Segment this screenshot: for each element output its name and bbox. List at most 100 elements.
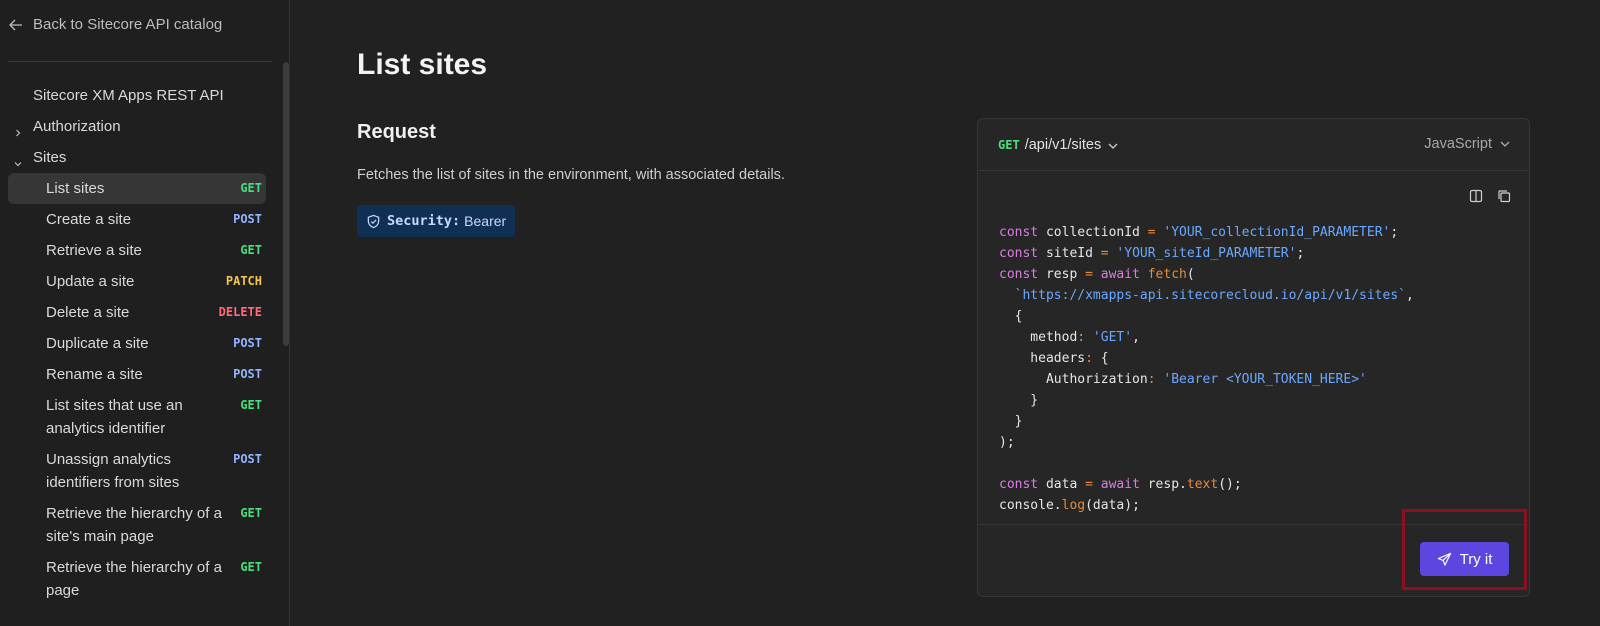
sidebar-item-label: Authorization [33,118,121,135]
code-line: const collectionId = 'YOUR_collectionId_… [999,222,1414,243]
sidebar-item-label: Update a site [46,273,135,290]
sidebar-item-create-a-site[interactable]: Create a site POST [8,204,266,235]
back-link-label: Back to Sitecore API catalog [33,16,223,33]
http-method-badge: GET [240,398,262,412]
http-method-badge: PATCH [225,274,262,288]
code-token: (); [1218,477,1242,492]
sidebar-nav: Sitecore XM Apps REST API Authorization Si… [8,80,266,606]
code-token: headers [999,351,1086,366]
language-label: JavaScript [1424,136,1492,152]
sidebar-item-label: Unassign analytics identifiers from site… [46,451,180,491]
sidebar-item-label: Sitecore XM Apps REST API [33,87,224,104]
code-token: { [999,309,1023,324]
code-line: `https://xmapps-api.sitecorecloud.io/api… [999,285,1414,306]
sidebar-item-label: List sites [46,180,105,197]
code-toolbar [1469,189,1511,203]
code-token: log [1061,498,1086,513]
sidebar-item-list-sites[interactable]: List sites GET [8,173,266,204]
endpoint-path: /api/v1/sites [1024,136,1102,153]
code-token: 'YOUR_collectionId_PARAMETER' [1155,225,1391,240]
code-line: method: 'GET', [999,327,1414,348]
http-method-badge: POST [233,452,262,466]
code-token: const [999,246,1039,261]
sidebar-item-retrieve-a-site[interactable]: Retrieve a site GET [8,235,266,266]
sidebar-item-retrieve-the-hierarchy-of-a-page[interactable]: Retrieve the hierarchy of a page GET [8,552,266,606]
code-token: text [1186,477,1219,492]
sidebar-item-label: Retrieve a site [46,242,142,259]
sidebar-item-rename-a-site[interactable]: Rename a site POST [8,359,266,390]
code-token: method [999,330,1078,345]
sidebar-item-retrieve-the-hierarchy-of-a-site-s-main-page[interactable]: Retrieve the hierarchy of a site's main … [8,498,266,552]
code-line: Authorization: 'Bearer <YOUR_TOKEN_HERE>… [999,369,1414,390]
code-token: , [1132,330,1140,345]
language-selector[interactable]: JavaScript [1424,136,1511,152]
code-token: Authorization [999,372,1148,387]
sidebar-scrollbar[interactable] [283,62,289,346]
sidebar-item-authorization[interactable]: Authorization [8,111,266,142]
sidebar-item-label: List sites that use an analytics identif… [46,397,183,437]
code-sample: const collectionId = 'YOUR_collectionId_… [999,222,1414,516]
code-token: , [1406,288,1414,303]
code-token: const [999,267,1039,282]
sidebar: Back to Sitecore API catalog Sitecore XM… [0,0,290,626]
code-token: = [1147,225,1156,240]
code-token: data [1038,477,1086,492]
arrow-left-icon [8,17,24,33]
chevron-down-icon [1499,138,1511,150]
code-token: : [1077,330,1086,345]
http-method-badge: DELETE [218,305,262,319]
chevron-right-icon[interactable] [13,122,23,137]
code-token: : [1085,351,1093,366]
chevron-down-icon [1107,139,1119,151]
back-to-catalog-link[interactable]: Back to Sitecore API catalog [8,16,222,33]
code-line: } [999,390,1414,411]
endpoint-selector[interactable]: GET /api/v1/sites [998,137,1119,153]
code-token: 'GET' [1085,330,1133,345]
http-method-badge: POST [233,336,262,350]
code-line: const data = await resp.text(); [999,474,1414,495]
code-token: await [1092,267,1140,282]
code-token: 'Bearer <YOUR_TOKEN_HERE>' [1155,372,1367,387]
sidebar-item-label: Retrieve the hierarchy of a page [46,559,222,599]
sidebar-item-label: Rename a site [46,366,143,383]
code-line: const siteId = 'YOUR_siteId_PARAMETER'; [999,243,1414,264]
code-token: = [1085,477,1093,492]
code-token: `https://xmapps-api.sitecorecloud.io/api… [999,288,1406,303]
sidebar-item-unassign-analytics-identifiers-from-sites[interactable]: Unassign analytics identifiers from site… [8,444,266,498]
code-token: ( [1186,267,1195,282]
code-line: ); [999,432,1414,453]
wrap-toggle-icon[interactable] [1469,189,1483,203]
code-panel-header: GET /api/v1/sites JavaScript [978,119,1529,171]
http-method-badge: GET [240,243,262,257]
security-badge[interactable]: Security: Bearer [357,205,516,237]
sidebar-item-sites[interactable]: Sites [8,142,266,173]
http-method-badge: POST [233,212,262,226]
sidebar-item-duplicate-a-site[interactable]: Duplicate a site POST [8,328,266,359]
http-method-badge: POST [233,367,262,381]
sidebar-item-list-sites-that-use-an-analytics-identifier[interactable]: List sites that use an analytics identif… [8,390,266,444]
sidebar-item-delete-a-site[interactable]: Delete a site DELETE [8,297,266,328]
shield-icon [366,214,381,229]
sidebar-item-sitecore-xm-apps-rest-api[interactable]: Sitecore XM Apps REST API [8,80,266,111]
code-token: const [999,477,1039,492]
code-token: resp. [1139,477,1187,492]
code-token: ; [1390,225,1399,240]
http-method-badge: GET [240,506,262,520]
security-value: Bearer [464,213,507,229]
code-token: (data); [1085,498,1140,513]
sidebar-item-label: Delete a site [46,304,130,321]
copy-icon[interactable] [1497,189,1511,203]
sidebar-item-label: Sites [33,149,67,166]
code-line: { [999,306,1414,327]
code-token: } [999,393,1039,408]
code-token: fetch [1139,267,1187,282]
code-token: const [999,225,1039,240]
code-token: resp [1038,267,1086,282]
code-token: siteId [1038,246,1101,261]
code-token: = [1085,267,1093,282]
sidebar-item-update-a-site[interactable]: Update a site PATCH [8,266,266,297]
code-token: = [1100,246,1109,261]
chevron-down-icon[interactable] [13,153,23,167]
code-token: console. [999,498,1062,513]
